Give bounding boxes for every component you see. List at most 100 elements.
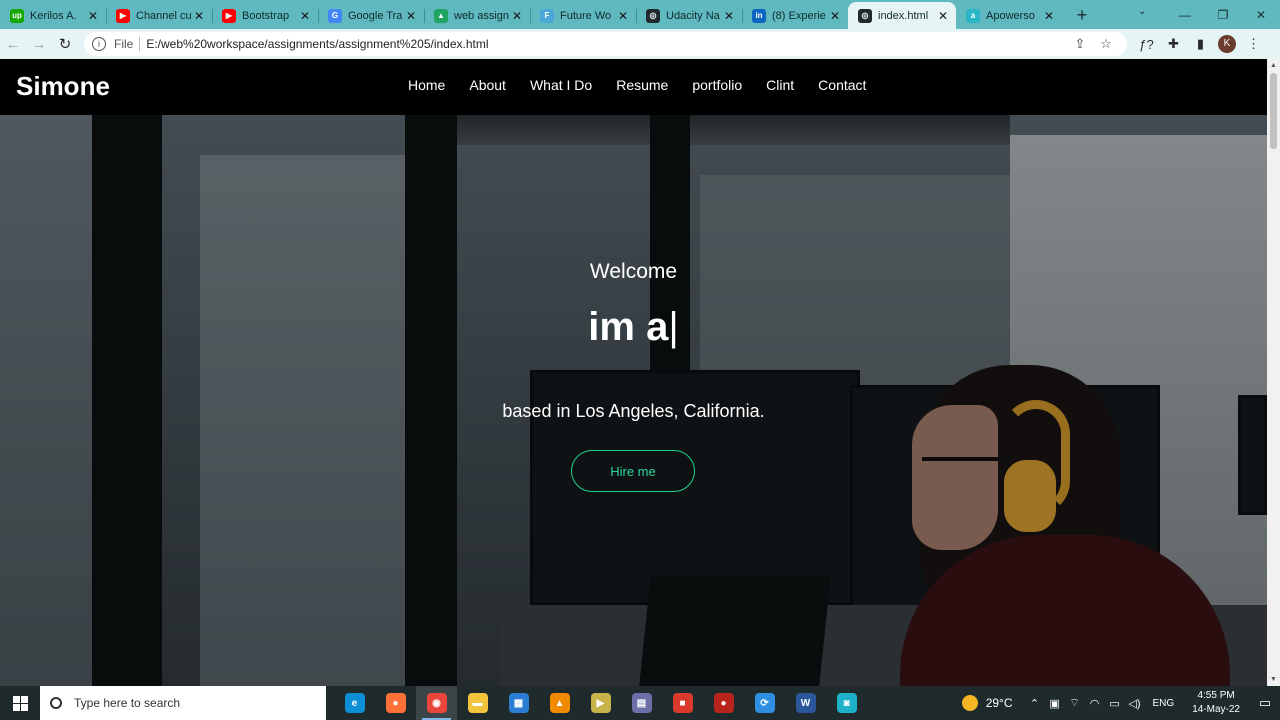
taskbar-app[interactable]: ● (375, 686, 416, 720)
weather-temp[interactable]: 29°C (986, 696, 1013, 710)
tab-title: Apowerso (986, 9, 1035, 22)
taskbar-app[interactable]: ▬ (457, 686, 498, 720)
nav-resume[interactable]: Resume (616, 77, 668, 93)
file-explorer-icon: ▬ (467, 693, 488, 713)
nav-clint[interactable]: Clint (766, 77, 794, 93)
taskbar-app[interactable]: ■ (662, 686, 703, 720)
typed-text: im a (588, 305, 669, 349)
taskbar-app[interactable]: ▦ (498, 686, 539, 720)
clock[interactable]: 4:55 PM 14-May-22 (1192, 689, 1240, 717)
taskbar-app[interactable]: ◉ (416, 686, 457, 720)
back-arrow-icon[interactable]: ← (0, 31, 26, 57)
wifi-icon[interactable]: ◠ (1085, 697, 1105, 710)
browser-tab[interactable]: up Kerilos A. ✕ (0, 2, 106, 29)
browser-tab[interactable]: F Future Wo ✕ (530, 2, 636, 29)
nav-what-i-do[interactable]: What I Do (530, 77, 592, 93)
typing-cursor: | (668, 305, 679, 349)
scroll-up-icon[interactable]: ▲ (1267, 59, 1280, 72)
tab-close-icon[interactable]: ✕ (298, 9, 312, 23)
close-window-icon[interactable]: ✕ (1242, 0, 1280, 29)
nav-portfolio[interactable]: portfolio (692, 77, 742, 93)
new-tab-icon[interactable]: + (1068, 2, 1096, 29)
apowersoft-icon: a (966, 8, 980, 23)
bookmark-star-icon[interactable]: ☆ (1093, 36, 1119, 52)
share-icon[interactable]: ⇪ (1067, 36, 1093, 52)
youtube-icon: ▶ (116, 8, 130, 23)
browser-tab[interactable]: in (8) Experie ✕ (742, 2, 848, 29)
browser-tab[interactable]: ▲ web assign ✕ (424, 2, 530, 29)
tab-close-icon[interactable]: ✕ (936, 9, 950, 23)
address-bar[interactable]: i File E:/web%20workspace/assignments/as… (84, 32, 1127, 56)
nav-contact[interactable]: Contact (818, 77, 866, 93)
taskbar-app[interactable]: ▲ (539, 686, 580, 720)
url-text[interactable]: E:/web%20workspace/assignments/assignmen… (146, 37, 1067, 51)
word-icon: W (795, 693, 816, 713)
taskbar-app[interactable]: ● (703, 686, 744, 720)
chevron-up-icon[interactable]: ⌃ (1025, 697, 1045, 710)
camera-app-icon: ◙ (836, 693, 857, 713)
globe-icon: ◎ (858, 8, 872, 23)
upwork-icon: up (10, 8, 24, 23)
browser-tab[interactable]: ◎ Udacity Na ✕ (636, 2, 742, 29)
scrollbar-thumb[interactable] (1270, 73, 1277, 149)
page-scrollbar[interactable]: ▲ ▼ (1267, 59, 1280, 686)
tab-close-icon[interactable]: ✕ (616, 9, 630, 23)
browser-tab-strip: up Kerilos A. ✕ ▶ Channel cu ✕ ▶ Bootstrap ✕ G Goo… (0, 0, 1280, 29)
taskbar-app[interactable]: e (334, 686, 375, 720)
browser-tab[interactable]: a Apowerso ✕ (956, 2, 1062, 29)
reload-icon[interactable]: ↻ (52, 31, 78, 57)
browser-tab[interactable]: G Google Tra ✕ (318, 2, 424, 29)
taskbar-app[interactable]: ▤ (621, 686, 662, 720)
tab-title: Udacity Na (666, 9, 720, 22)
scroll-down-icon[interactable]: ▼ (1267, 673, 1280, 686)
tab-close-icon[interactable]: ✕ (1042, 9, 1056, 23)
hero-content: Welcome im a| based in Los Angeles, Cali… (0, 115, 1267, 686)
battery-icon[interactable]: ▭ (1105, 697, 1125, 710)
network-icon[interactable]: ⌔ (1065, 696, 1085, 710)
toolbar-actions: ƒ? ✚ ▮ K ⋮ (1133, 35, 1267, 53)
calculator-icon: ▤ (631, 693, 652, 713)
tab-close-icon[interactable]: ✕ (404, 9, 418, 23)
font-extension-icon[interactable]: ƒ? (1133, 37, 1160, 52)
tab-search-icon[interactable]: ⌄ (1138, 6, 1146, 17)
site-info-icon[interactable]: i (92, 37, 106, 51)
browser-tab[interactable]: ◎ index.html ✕ (848, 2, 956, 29)
taskbar-app[interactable]: ▶ (580, 686, 621, 720)
hire-me-button[interactable]: Hire me (571, 450, 695, 492)
extensions-puzzle-icon[interactable]: ✚ (1160, 36, 1187, 52)
start-button[interactable] (0, 686, 40, 720)
tab-close-icon[interactable]: ✕ (86, 9, 100, 23)
taskbar-app[interactable]: W (785, 686, 826, 720)
browser-toolbar: ← → ↻ i File E:/web%20workspace/assignme… (0, 29, 1280, 59)
hero-welcome: Welcome (589, 260, 678, 283)
taskbar-search-box[interactable]: Type here to search (40, 686, 326, 720)
browser-tab[interactable]: ▶ Bootstrap ✕ (212, 2, 318, 29)
weather-sun-icon[interactable] (961, 695, 978, 711)
minimize-icon[interactable]: — (1166, 0, 1204, 29)
maximize-icon[interactable]: ❐ (1204, 0, 1242, 29)
taskbar-app[interactable]: ⟳ (744, 686, 785, 720)
tab-title: Kerilos A. (30, 9, 77, 22)
meet-now-icon[interactable]: ▣ (1045, 697, 1065, 710)
clock-time: 4:55 PM (1197, 690, 1235, 701)
media-icon: ▶ (590, 693, 611, 713)
hero-location: based in Los Angeles, California. (502, 401, 765, 421)
tab-close-icon[interactable]: ✕ (828, 9, 842, 23)
kebab-menu-icon[interactable]: ⋮ (1240, 36, 1267, 52)
tab-close-icon[interactable]: ✕ (510, 9, 524, 23)
volume-icon[interactable]: ◁) (1125, 697, 1145, 710)
tab-close-icon[interactable]: ✕ (192, 9, 206, 23)
nav-about[interactable]: About (469, 77, 506, 93)
tab-title: Future Wo (560, 9, 612, 22)
brand-logo[interactable]: Simone (16, 71, 110, 102)
language-indicator[interactable]: ENG (1153, 698, 1175, 709)
notification-icon[interactable]: ▭ (1250, 695, 1280, 711)
browser-tab[interactable]: ▶ Channel cu ✕ (106, 2, 212, 29)
side-panel-icon[interactable]: ▮ (1187, 36, 1214, 52)
taskbar-app[interactable]: ◙ (826, 686, 867, 720)
tab-close-icon[interactable]: ✕ (722, 9, 736, 23)
google-translate-icon: G (328, 8, 342, 23)
profile-avatar[interactable]: K (1218, 35, 1236, 53)
nav-home[interactable]: Home (408, 77, 445, 93)
forward-arrow-icon[interactable]: → (26, 31, 52, 57)
